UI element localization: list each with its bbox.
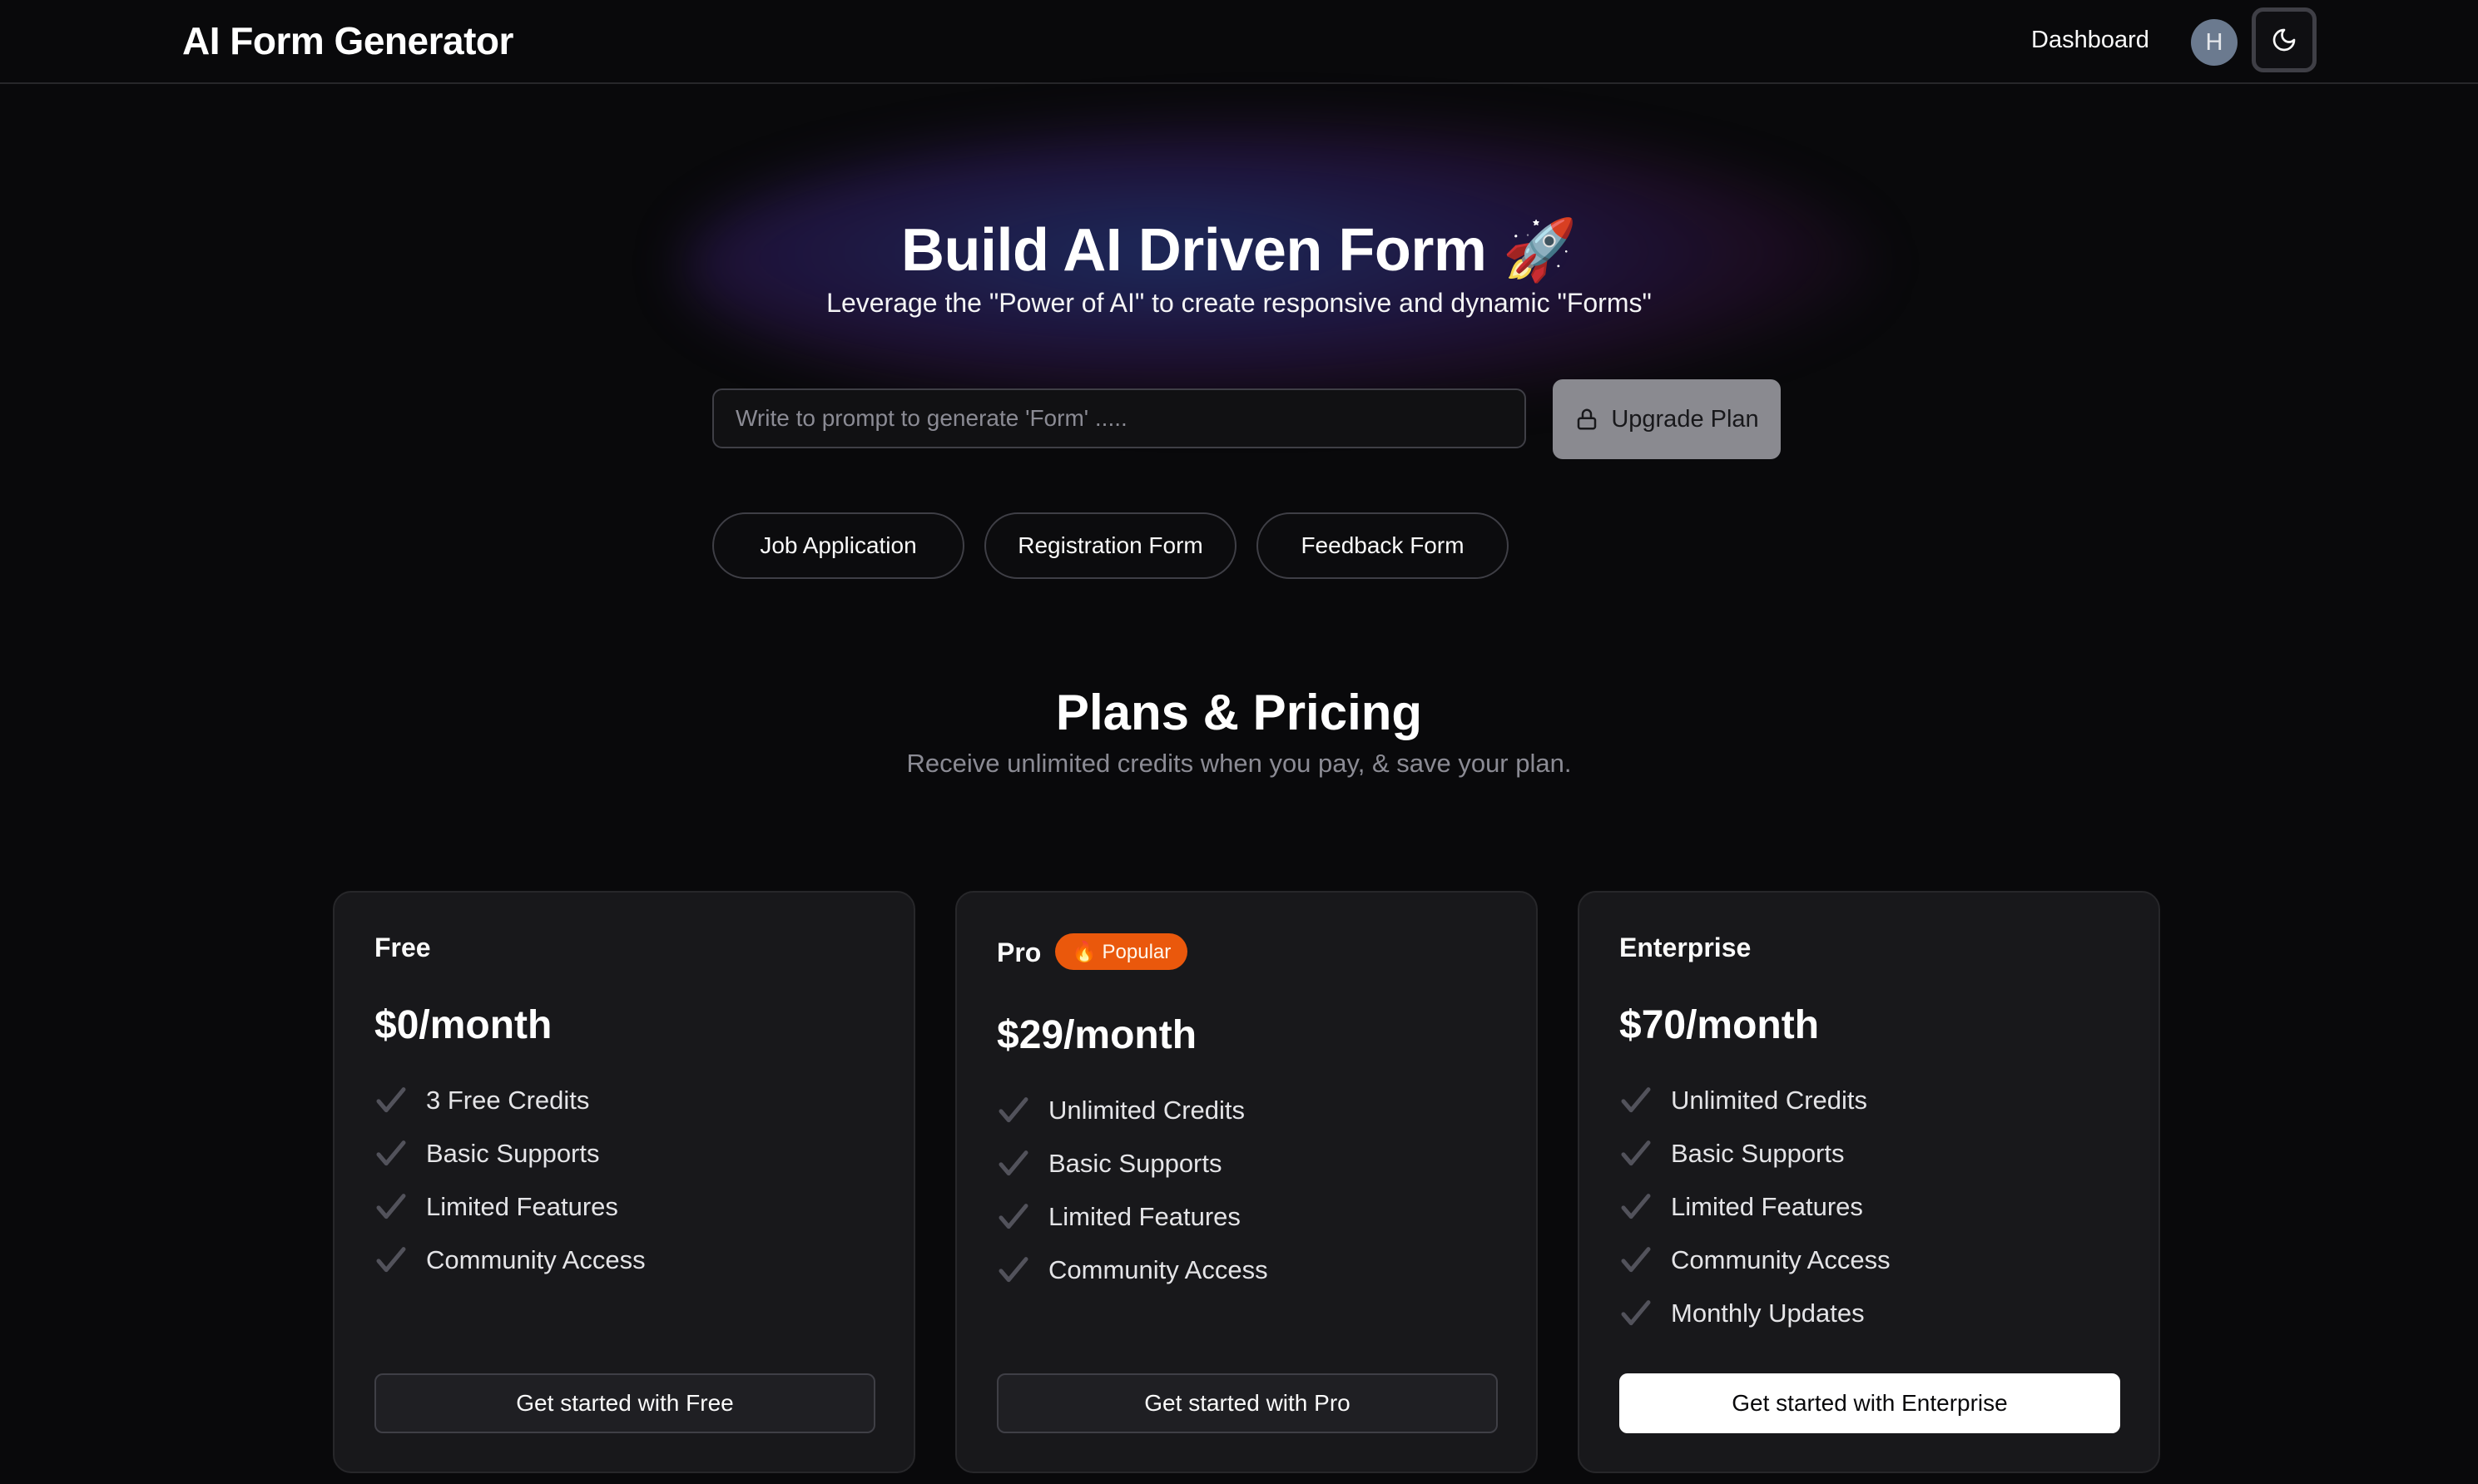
plan-price: $70/month — [1619, 1003, 1820, 1047]
check-icon — [1619, 1244, 1653, 1277]
feature-label: Unlimited Credits — [1671, 1086, 1868, 1115]
check-icon — [374, 1084, 408, 1117]
feature-item: Limited Features — [997, 1190, 1268, 1244]
feature-item: Limited Features — [1619, 1180, 1891, 1234]
pricing-subtitle: Receive unlimited credits when you pay, … — [906, 749, 1572, 778]
feature-item: Basic Supports — [997, 1137, 1268, 1190]
get-started-enterprise-button[interactable]: Get started with Enterprise — [1619, 1373, 2120, 1433]
chip-registration-form[interactable]: Registration Form — [984, 512, 1237, 579]
feature-label: Monthly Updates — [1671, 1298, 1865, 1328]
plan-card-enterprise: Enterprise $70/month Unlimited Credits B… — [1578, 891, 2160, 1473]
feature-item: Community Access — [374, 1234, 646, 1287]
feature-item: Basic Supports — [1619, 1127, 1891, 1180]
dashboard-link[interactable]: Dashboard — [2031, 27, 2149, 54]
prompt-input[interactable] — [712, 388, 1526, 448]
feature-item: Basic Supports — [374, 1127, 646, 1180]
feature-list: Unlimited Credits Basic Supports Limited… — [997, 1084, 1268, 1297]
feature-label: Community Access — [426, 1245, 646, 1274]
chip-job-application[interactable]: Job Application — [712, 512, 964, 579]
plan-name: Enterprise — [1619, 932, 1752, 962]
get-started-pro-button[interactable]: Get started with Pro — [997, 1373, 1498, 1433]
check-icon — [997, 1200, 1030, 1234]
check-icon — [997, 1094, 1030, 1127]
hero-subtitle: Leverage the "Power of AI" to create res… — [826, 288, 1652, 318]
lock-icon — [1578, 408, 1597, 430]
feature-label: Community Access — [1671, 1245, 1891, 1274]
feature-label: Limited Features — [1048, 1202, 1241, 1231]
check-icon — [997, 1147, 1030, 1180]
feature-item: 3 Free Credits — [374, 1074, 646, 1127]
plan-name: Pro — [997, 937, 1042, 967]
feature-label: Community Access — [1048, 1255, 1268, 1284]
feature-item: Unlimited Credits — [1619, 1074, 1891, 1127]
upgrade-plan-button[interactable]: Upgrade Plan — [1553, 379, 1781, 459]
check-icon — [374, 1190, 408, 1224]
feature-item: Limited Features — [374, 1180, 646, 1234]
feature-list: Unlimited Credits Basic Supports Limited… — [1619, 1074, 1891, 1340]
app-title[interactable]: AI Form Generator — [182, 18, 513, 63]
theme-toggle-button[interactable] — [2252, 7, 2317, 72]
check-icon — [374, 1244, 408, 1277]
feature-item: Community Access — [1619, 1234, 1891, 1287]
moon-icon — [2272, 28, 2296, 52]
plan-card-free: Free $0/month 3 Free Credits Basic Suppo… — [333, 891, 915, 1473]
chip-feedback-form[interactable]: Feedback Form — [1256, 512, 1509, 579]
get-started-free-button[interactable]: Get started with Free — [374, 1373, 875, 1433]
feature-label: Basic Supports — [1048, 1149, 1222, 1178]
avatar[interactable]: H — [2191, 19, 2238, 66]
plan-name: Free — [374, 932, 431, 962]
pricing-title: Plans & Pricing — [1055, 685, 1423, 740]
popular-badge: 🔥 Popular — [1055, 933, 1188, 970]
feature-label: Basic Supports — [426, 1139, 600, 1168]
feature-item: Monthly Updates — [1619, 1287, 1891, 1340]
feature-label: Limited Features — [426, 1192, 618, 1221]
feature-label: Unlimited Credits — [1048, 1096, 1246, 1125]
top-navbar: AI Form Generator Dashboard H — [0, 0, 2478, 84]
check-icon — [1619, 1137, 1653, 1170]
check-icon — [1619, 1084, 1653, 1117]
check-icon — [374, 1137, 408, 1170]
feature-item: Community Access — [997, 1244, 1268, 1297]
check-icon — [1619, 1190, 1653, 1224]
hero-title: Build AI Driven Form 🚀 — [900, 217, 1578, 284]
plan-card-pro: Pro 🔥 Popular $29/month Unlimited Credit… — [955, 891, 1538, 1473]
feature-label: Limited Features — [1671, 1192, 1863, 1221]
plan-price: $29/month — [997, 1013, 1197, 1057]
upgrade-plan-label: Upgrade Plan — [1611, 405, 1759, 433]
check-icon — [1619, 1297, 1653, 1330]
plan-price: $0/month — [374, 1003, 553, 1047]
check-icon — [997, 1254, 1030, 1287]
feature-list: 3 Free Credits Basic Supports Limited Fe… — [374, 1074, 646, 1287]
feature-item: Unlimited Credits — [997, 1084, 1268, 1137]
feature-label: Basic Supports — [1671, 1139, 1845, 1168]
feature-label: 3 Free Credits — [426, 1086, 590, 1115]
